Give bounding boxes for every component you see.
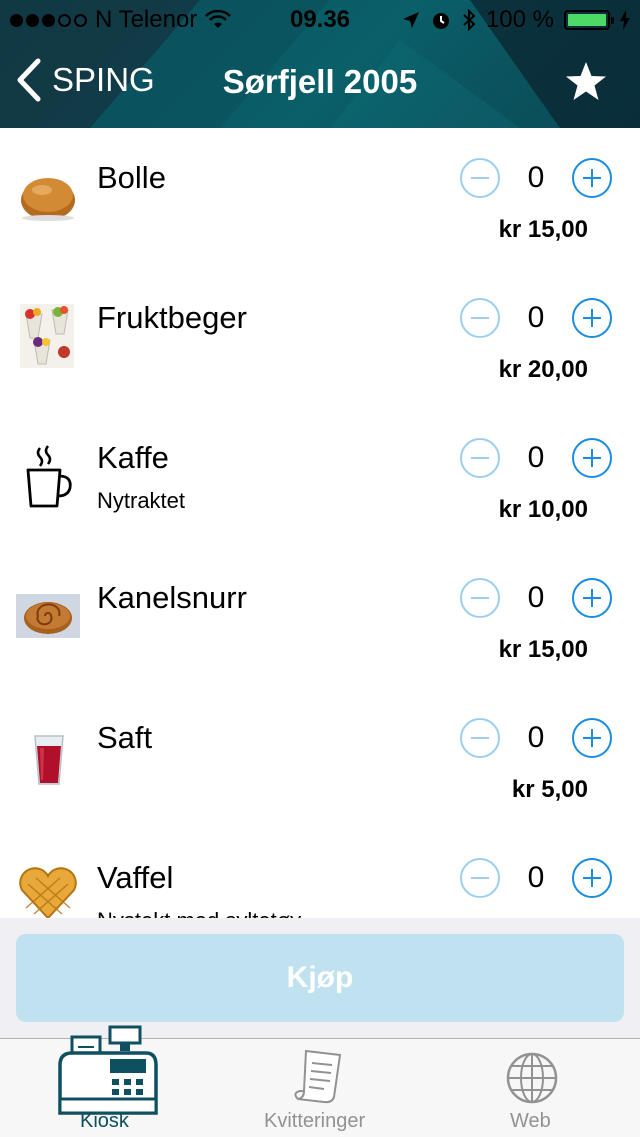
globe-icon bbox=[506, 1052, 558, 1104]
increase-quantity-button[interactable] bbox=[572, 298, 612, 338]
battery-icon bbox=[564, 10, 614, 30]
battery-level bbox=[568, 14, 606, 26]
alarm-clock-icon bbox=[432, 13, 449, 29]
fruit-cup-icon bbox=[20, 304, 74, 368]
item-quantity: 0 bbox=[527, 441, 545, 474]
waffle-icon bbox=[19, 867, 77, 918]
charging-bolt-icon bbox=[620, 10, 630, 30]
decrease-quantity-button[interactable] bbox=[460, 158, 500, 198]
location-arrow-icon bbox=[402, 12, 419, 28]
decrease-quantity-button[interactable] bbox=[460, 438, 500, 478]
tab-web[interactable]: Web bbox=[498, 1039, 568, 1137]
product-list[interactable]: Bolle 0 kr 15,00 Fruktbeger 0 kr 20,00 K… bbox=[0, 128, 640, 918]
item-price: kr 5,00 bbox=[511, 776, 588, 803]
item-quantity: 0 bbox=[527, 861, 545, 894]
item-name: Kanelsnurr bbox=[97, 580, 247, 615]
item-price: kr 10,00 bbox=[498, 496, 588, 523]
status-right: 100 % bbox=[402, 6, 630, 34]
item-quantity: 0 bbox=[527, 161, 545, 194]
increase-quantity-button[interactable] bbox=[572, 578, 612, 618]
item-price: kr 15,00 bbox=[498, 216, 588, 243]
list-item: Kaffe Nytraktet 0 kr 10,00 bbox=[0, 408, 640, 548]
bluetooth-icon bbox=[463, 9, 476, 31]
item-description: Nytraktet bbox=[97, 488, 186, 513]
list-item: Vaffel Nystekt med syltetøy 0 bbox=[0, 828, 640, 918]
navigation-header: N Telenor 09.36 100 % SPING Sørfjell 200… bbox=[0, 0, 640, 128]
increase-quantity-button[interactable] bbox=[572, 718, 612, 758]
bun-icon bbox=[21, 178, 75, 221]
cinnamon-roll-icon bbox=[16, 594, 80, 638]
tab-kiosk[interactable]: Kiosk bbox=[52, 1025, 162, 1137]
item-quantity: 0 bbox=[527, 721, 545, 754]
item-description: Nystekt med syltetøy bbox=[97, 908, 301, 918]
item-quantity: 0 bbox=[527, 301, 545, 334]
item-name: Saft bbox=[97, 720, 153, 755]
item-name: Bolle bbox=[97, 160, 166, 195]
page-title: Sørfjell 2005 bbox=[222, 63, 418, 100]
list-item: Saft 0 kr 5,00 bbox=[0, 688, 640, 828]
list-item: Bolle 0 kr 15,00 bbox=[0, 128, 640, 268]
tab-receipts[interactable]: Kvitteringer bbox=[262, 1039, 378, 1137]
item-name: Vaffel bbox=[97, 860, 174, 895]
list-item: Kanelsnurr 0 kr 15,00 bbox=[0, 548, 640, 688]
decrease-quantity-button[interactable] bbox=[460, 858, 500, 898]
list-item: Fruktbeger 0 kr 20,00 bbox=[0, 268, 640, 408]
battery-percent: 100 % bbox=[485, 6, 554, 33]
buy-button-area: Kjøp bbox=[0, 918, 640, 1038]
decrease-quantity-button[interactable] bbox=[460, 718, 500, 758]
item-name: Kaffe bbox=[97, 440, 169, 475]
tab-bar: Kiosk Kvitteringer Web bbox=[0, 1025, 640, 1137]
item-price: kr 20,00 bbox=[498, 356, 588, 383]
item-price: kr 15,00 bbox=[498, 636, 588, 663]
juice-glass-icon bbox=[34, 735, 64, 785]
decrease-quantity-button[interactable] bbox=[460, 578, 500, 618]
tab-label-kiosk: Kiosk bbox=[80, 1110, 129, 1132]
receipt-icon bbox=[294, 1049, 342, 1104]
increase-quantity-button[interactable] bbox=[572, 158, 612, 198]
cash-register-icon bbox=[58, 1025, 158, 1115]
tab-label-receipts: Kvitteringer bbox=[264, 1110, 366, 1132]
decrease-quantity-button[interactable] bbox=[460, 298, 500, 338]
item-name: Fruktbeger bbox=[97, 300, 247, 335]
buy-button[interactable]: Kjøp bbox=[16, 934, 624, 1022]
increase-quantity-button[interactable] bbox=[572, 858, 612, 898]
status-bar: N Telenor 09.36 100 % bbox=[0, 0, 640, 40]
increase-quantity-button[interactable] bbox=[572, 438, 612, 478]
star-icon[interactable] bbox=[564, 60, 608, 104]
item-quantity: 0 bbox=[527, 581, 545, 614]
coffee-cup-icon bbox=[26, 445, 72, 508]
tab-label-web: Web bbox=[510, 1110, 551, 1132]
